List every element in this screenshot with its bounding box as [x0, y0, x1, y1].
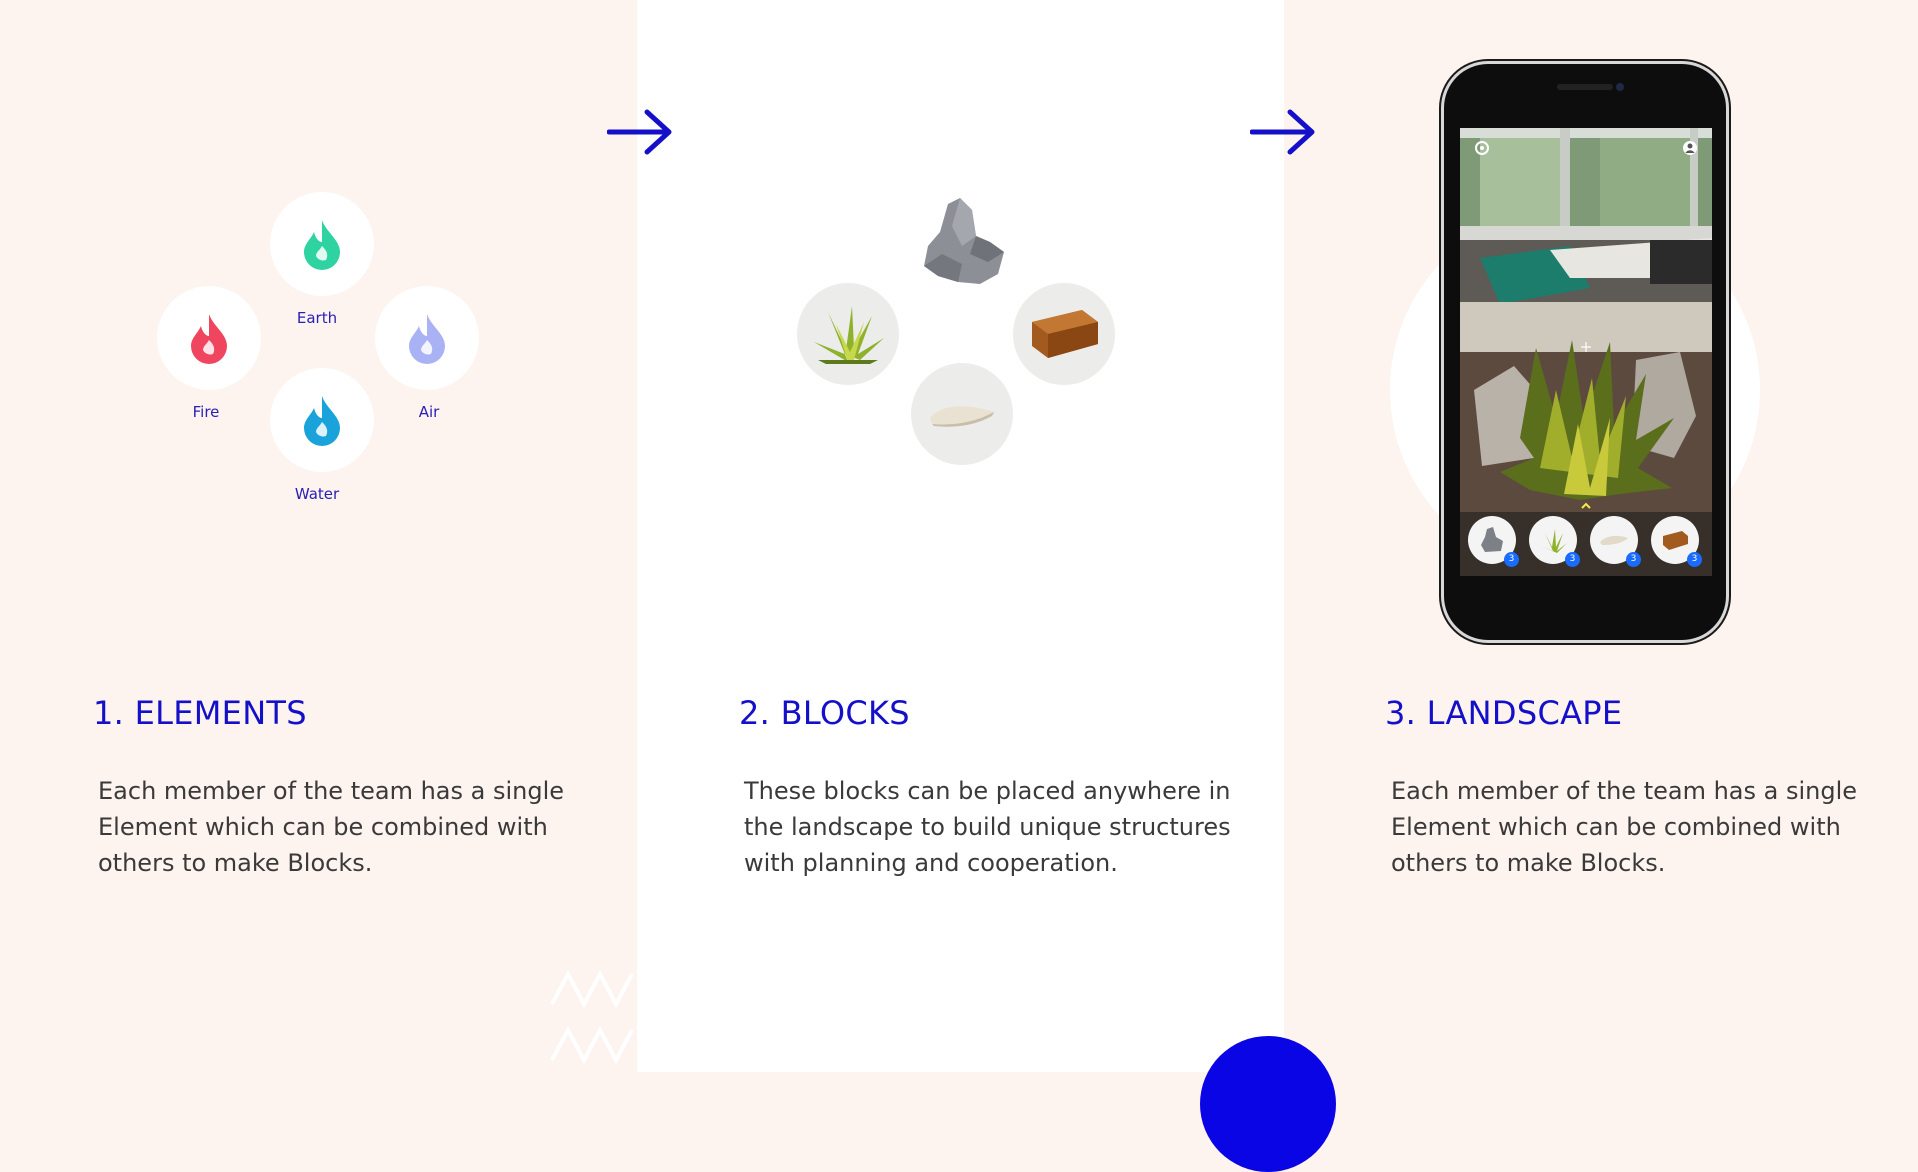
arrow-right-icon — [607, 109, 672, 155]
bone-icon — [930, 406, 994, 427]
air-drop-icon — [409, 314, 445, 364]
zigzag-decoration — [550, 969, 634, 1065]
element-fire — [157, 286, 261, 390]
brick-icon — [1663, 531, 1688, 550]
rock-block-icon — [924, 198, 1004, 284]
tray-item-brick[interactable]: 3 — [1651, 516, 1702, 567]
elements-panel — [0, 0, 637, 1072]
element-label-water: Water — [294, 485, 340, 503]
section-heading-landscape: 3. LANDSCAPE — [1385, 694, 1623, 732]
profile-icon[interactable] — [1682, 140, 1698, 156]
water-drop-icon — [304, 396, 340, 446]
settings-icon[interactable] — [1474, 140, 1490, 156]
tray-count-badge: 3 — [1565, 552, 1580, 567]
tray-item-bone[interactable]: 3 — [1590, 516, 1641, 567]
bone-icon — [1600, 535, 1628, 545]
tray-count-badge: 3 — [1626, 552, 1641, 567]
earth-drop-icon — [304, 220, 340, 270]
arrow-right-icon — [1250, 109, 1315, 155]
phone-camera — [1616, 83, 1624, 91]
element-air — [375, 286, 479, 390]
rock-icon — [1481, 527, 1503, 552]
section-body-blocks: These blocks can be placed anywhere in t… — [744, 777, 1231, 877]
flame-icon — [191, 314, 227, 364]
tray-item-grass[interactable]: 3 — [1529, 516, 1580, 567]
section-body-landscape: Each member of the team has a single Ele… — [1391, 777, 1858, 877]
element-earth — [270, 192, 374, 296]
brick-block — [1013, 283, 1115, 385]
phone-speaker — [1557, 84, 1613, 90]
element-label-air: Air — [418, 403, 440, 421]
bone-block — [911, 363, 1013, 465]
blocks-panel — [637, 0, 1284, 1072]
ar-scene — [1460, 128, 1712, 576]
ar-camera-view[interactable] — [1460, 128, 1712, 576]
grass-block — [797, 283, 899, 385]
section-heading-elements: 1. ELEMENTS — [93, 694, 307, 732]
brick-icon — [1032, 310, 1098, 358]
blue-circle-decoration — [1200, 1036, 1336, 1172]
tray-count-badge: 3 — [1687, 552, 1702, 567]
section-heading-blocks: 2. BLOCKS — [739, 694, 910, 732]
tray-count-badge: 3 — [1504, 552, 1519, 567]
element-water — [270, 368, 374, 472]
section-body-elements: Each member of the team has a single Ele… — [98, 777, 565, 877]
grass-icon — [1539, 529, 1567, 553]
element-label-fire: Fire — [192, 403, 220, 421]
element-label-earth: Earth — [296, 309, 338, 327]
phone-mockup: 3 3 3 3 — [1444, 64, 1726, 640]
grass-icon — [814, 306, 884, 364]
tray-item-rock[interactable]: 3 — [1468, 516, 1519, 567]
